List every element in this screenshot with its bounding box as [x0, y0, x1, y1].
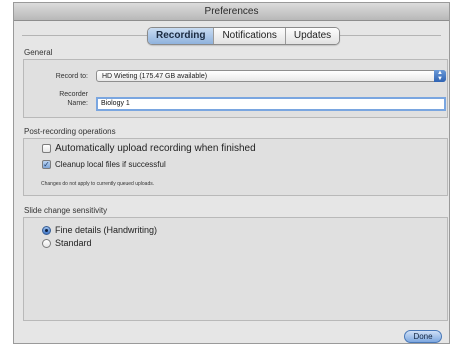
popup-arrows-icon: ▲ ▼ [434, 70, 446, 82]
radio-standard[interactable]: Standard [42, 238, 92, 248]
cleanup-checkbox[interactable]: ✓ [42, 160, 51, 169]
record-to-popup[interactable]: HD Wieting (175.47 GB available) ▲ ▼ [96, 70, 446, 82]
recorder-name-label-line1: Recorder [59, 91, 88, 98]
tab-recording[interactable]: Recording [148, 28, 215, 44]
radio-fine-details-button[interactable] [42, 225, 51, 235]
radio-fine-details[interactable]: Fine details (Handwriting) [42, 225, 157, 235]
auto-upload-checkbox[interactable] [42, 144, 51, 153]
tab-notifications[interactable]: Notifications [214, 28, 286, 44]
cleanup-option[interactable]: ✓ Cleanup local files if successful [42, 160, 166, 169]
recorder-name-label-line2: Name: [67, 100, 88, 107]
slide-change-section-title: Slide change sensitivity [24, 206, 108, 215]
auto-upload-label: Automatically upload recording when fini… [55, 143, 256, 154]
record-to-value: HD Wieting (175.47 GB available) [102, 73, 208, 80]
record-to-label: Record to: [55, 73, 88, 80]
preferences-window: Preferences Recording Notifications Upda… [13, 2, 450, 344]
cleanup-label: Cleanup local files if successful [55, 160, 166, 169]
done-button[interactable]: Done [404, 330, 442, 343]
upload-note: Changes do not apply to currently queued… [41, 181, 155, 187]
tab-updates[interactable]: Updates [285, 28, 340, 44]
radio-standard-label: Standard [55, 238, 92, 248]
tab-bar: Recording Notifications Updates [147, 27, 341, 45]
radio-fine-details-label: Fine details (Handwriting) [55, 225, 158, 235]
post-recording-section-title: Post-recording operations [24, 127, 116, 136]
general-section-title: General [24, 48, 53, 57]
auto-upload-option[interactable]: Automatically upload recording when fini… [42, 143, 256, 154]
recorder-name-field[interactable]: Biology 1 [96, 97, 446, 111]
radio-standard-button[interactable] [42, 238, 51, 248]
window-title: Preferences [14, 3, 449, 21]
